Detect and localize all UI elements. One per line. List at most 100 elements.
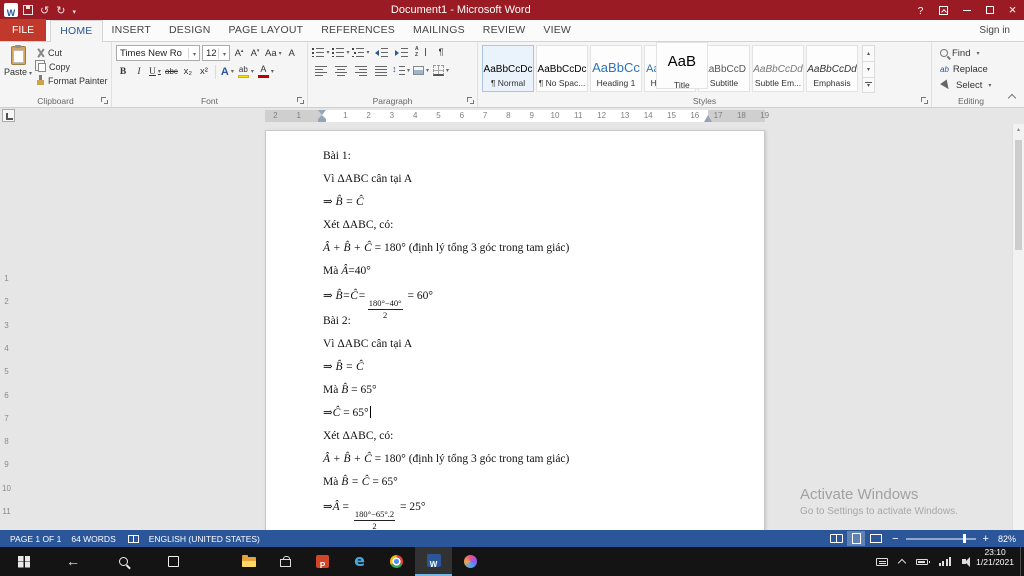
font-color-button[interactable]: A: [257, 64, 275, 79]
back-button[interactable]: [48, 547, 98, 576]
find-button[interactable]: Find: [940, 45, 1006, 61]
tab-references[interactable]: REFERENCES: [312, 20, 404, 41]
powerpoint-taskbar-button[interactable]: [304, 547, 341, 576]
document-page[interactable]: Bài 1: Vì ΔABC cân tại A ⇒ B̂ = Ĉ Xét ΔABC…: [265, 130, 765, 530]
multilevel-list-button[interactable]: [352, 45, 370, 60]
vertical-ruler[interactable]: 12345678910111213141516: [0, 248, 13, 530]
left-indent-marker[interactable]: [318, 115, 326, 122]
tab-design[interactable]: DESIGN: [160, 20, 219, 41]
maximize-button[interactable]: [978, 0, 1001, 20]
paste-button[interactable]: Paste: [4, 45, 32, 86]
style-title[interactable]: AaB Title: [655, 42, 708, 89]
zoom-level[interactable]: 82%: [998, 534, 1016, 544]
chrome-taskbar-button[interactable]: [378, 547, 415, 576]
zoom-in-button[interactable]: +: [983, 533, 989, 545]
sign-in[interactable]: Sign in: [979, 25, 1024, 36]
justify-button[interactable]: [372, 63, 390, 78]
line-spacing-button[interactable]: [392, 63, 410, 78]
vertical-scrollbar[interactable]: ▴: [1012, 124, 1024, 530]
numbering-button[interactable]: [332, 45, 350, 60]
search-button[interactable]: [98, 547, 148, 576]
hidden-icons-icon[interactable]: [897, 558, 907, 567]
sort-button[interactable]: [412, 45, 430, 60]
font-size-dropdown-icon[interactable]: [217, 47, 226, 59]
tab-file[interactable]: FILE: [0, 19, 47, 41]
align-right-button[interactable]: [352, 63, 370, 78]
tab-home[interactable]: HOME: [50, 20, 103, 42]
clear-formatting-button[interactable]: A: [285, 46, 299, 61]
font-name-combo[interactable]: Times New Ro: [116, 45, 200, 61]
style-emphasis[interactable]: AaBbCcDd Emphasis: [806, 45, 858, 92]
start-button[interactable]: [0, 547, 48, 576]
scrollbar-thumb[interactable]: [1015, 140, 1022, 250]
font-name-dropdown-icon[interactable]: [187, 47, 196, 59]
italic-button[interactable]: I: [132, 64, 146, 79]
tab-review[interactable]: REVIEW: [474, 20, 535, 41]
print-layout-button[interactable]: [847, 531, 866, 546]
copy-button[interactable]: Copy: [36, 61, 108, 72]
help-button[interactable]: [909, 0, 932, 20]
zoom-out-button[interactable]: −: [892, 533, 898, 545]
right-indent-marker[interactable]: [704, 115, 712, 122]
tab-page-layout[interactable]: PAGE LAYOUT: [219, 20, 312, 41]
horizontal-ruler[interactable]: 2 1 1 2 3 4 5 6 7 8 9 10 11 12 13 14 15 16 17 18 19: [0, 108, 1024, 124]
highlight-button[interactable]: ab: [237, 64, 255, 79]
bullets-button[interactable]: [312, 45, 330, 60]
read-mode-button[interactable]: [827, 531, 845, 546]
increase-indent-button[interactable]: [392, 45, 410, 60]
zoom-slider-thumb[interactable]: [962, 533, 966, 543]
file-explorer-taskbar-button[interactable]: [230, 547, 267, 576]
style-subtle-em[interactable]: AaBbCcDd Subtle Em...: [752, 45, 804, 92]
minimize-button[interactable]: [955, 0, 978, 20]
collapse-ribbon-button[interactable]: [1008, 93, 1016, 101]
styles-scroll-down-button[interactable]: ▾: [862, 61, 875, 77]
tab-mailings[interactable]: MAILINGS: [404, 20, 474, 41]
ruler-bar[interactable]: 2 1 1 2 3 4 5 6 7 8 9 10 11 12 13 14 15 16 17 18 19: [265, 110, 769, 122]
clipboard-dialog-launcher[interactable]: [100, 96, 109, 105]
shading-button[interactable]: [412, 63, 430, 78]
text-effects-button[interactable]: A: [220, 64, 235, 79]
paragraph-dialog-launcher[interactable]: [466, 96, 475, 105]
web-layout-button[interactable]: [867, 531, 885, 546]
proofing-icon[interactable]: [127, 534, 139, 543]
bold-button[interactable]: B: [116, 64, 130, 79]
scroll-up-icon[interactable]: ▴: [1013, 124, 1024, 137]
shrink-font-button[interactable]: A: [248, 46, 262, 61]
task-view-button[interactable]: [148, 547, 198, 576]
style-heading-1[interactable]: AaBbCc Heading 1: [590, 45, 642, 92]
ribbon-display-options-button[interactable]: [932, 0, 955, 20]
tab-insert[interactable]: INSERT: [103, 20, 161, 41]
undo-icon[interactable]: [40, 1, 49, 19]
styles-more-button[interactable]: ▾: [862, 77, 875, 93]
tab-view[interactable]: VIEW: [534, 20, 580, 41]
photos-taskbar-button[interactable]: [452, 547, 489, 576]
font-dialog-launcher[interactable]: [296, 96, 305, 105]
zoom-slider[interactable]: [905, 533, 976, 543]
network-icon[interactable]: [939, 557, 952, 566]
tab-stop-selector[interactable]: [2, 109, 15, 122]
center-button[interactable]: [332, 63, 350, 78]
language-indicator[interactable]: ENGLISH (UNITED STATES): [149, 534, 260, 544]
store-taskbar-button[interactable]: [267, 547, 304, 576]
customize-quick-access-icon[interactable]: [72, 1, 76, 19]
close-button[interactable]: [1001, 0, 1024, 20]
redo-icon[interactable]: [56, 1, 65, 19]
change-case-button[interactable]: Aa: [264, 46, 283, 61]
decrease-indent-button[interactable]: [372, 45, 390, 60]
save-icon[interactable]: [23, 5, 33, 15]
battery-icon[interactable]: [916, 558, 931, 565]
grow-font-button[interactable]: A: [232, 46, 246, 61]
show-desktop-button[interactable]: [1020, 547, 1024, 576]
page-count[interactable]: PAGE 1 OF 1: [10, 534, 61, 544]
style-normal[interactable]: AaBbCcDc ¶ Normal: [482, 45, 534, 92]
superscript-button[interactable]: x²: [197, 64, 211, 79]
borders-button[interactable]: [432, 63, 450, 78]
show-hide-button[interactable]: ¶: [432, 45, 450, 60]
subscript-button[interactable]: x₂: [181, 64, 195, 79]
replace-button[interactable]: Replace: [940, 61, 1006, 77]
touch-keyboard-icon[interactable]: [876, 557, 889, 566]
style-no-spac[interactable]: AaBbCcDc ¶ No Spac...: [536, 45, 588, 92]
format-painter-button[interactable]: Format Painter: [36, 75, 108, 86]
word-app-icon[interactable]: [4, 3, 18, 17]
underline-button[interactable]: U: [148, 64, 162, 79]
